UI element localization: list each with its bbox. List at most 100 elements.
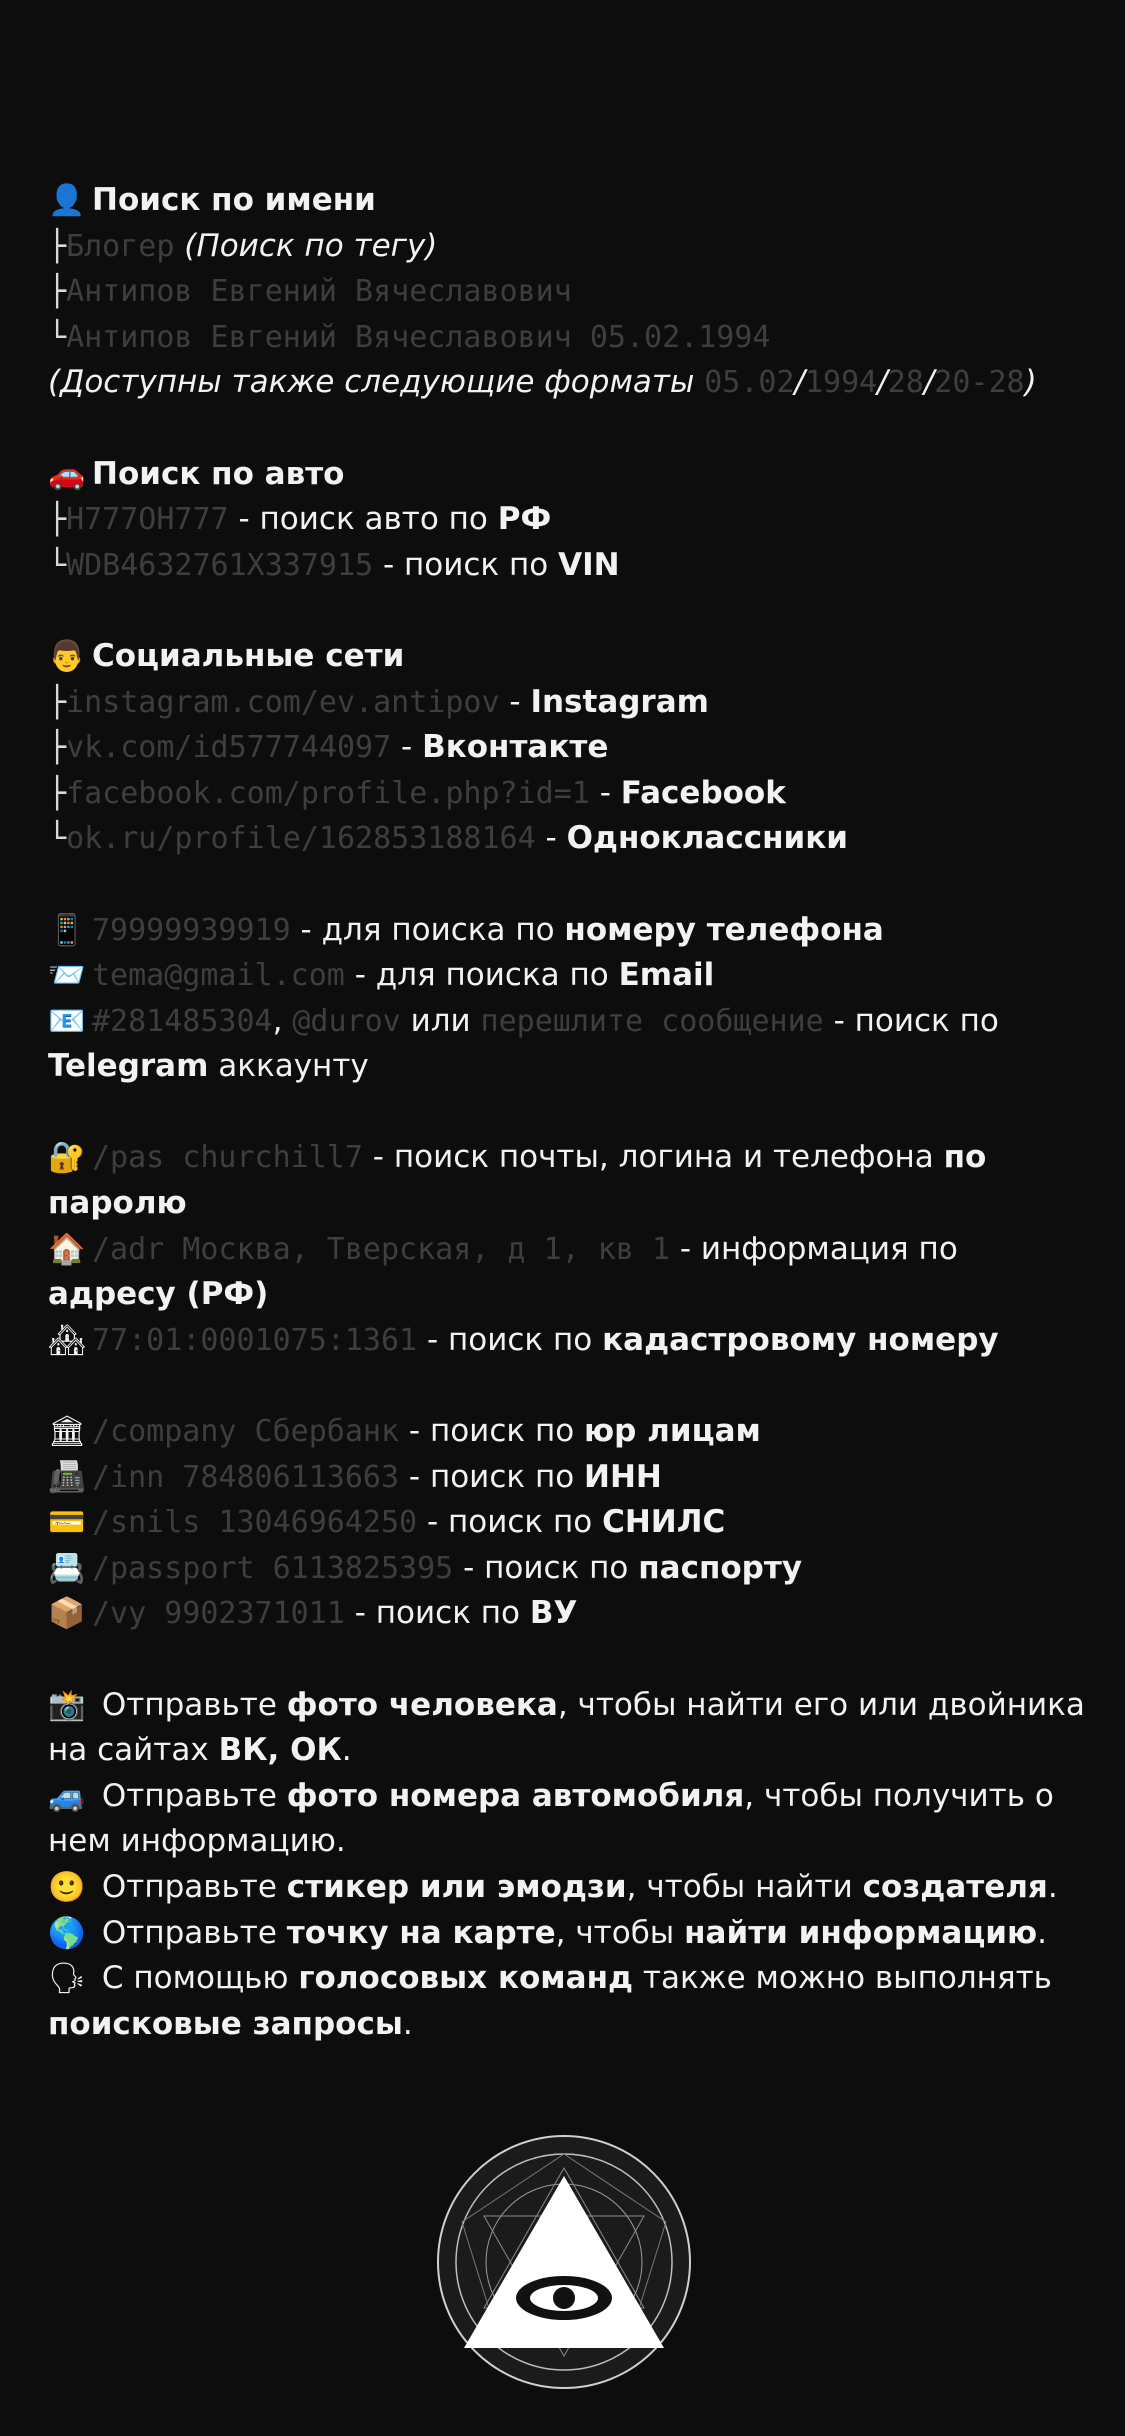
item-bold: поисковые запросы <box>48 2005 403 2042</box>
example-code[interactable]: instagram.com/ev.antipov <box>66 685 499 720</box>
item-text: - поиск по <box>399 1458 585 1495</box>
format-code[interactable]: 1994 <box>805 365 877 400</box>
incoming-envelope-icon: 📨 <box>48 958 86 994</box>
map-search-line: 🌎 Отправьте точку на карте, чтобы найти … <box>48 1911 1088 1957</box>
name-search-item: ├Антипов Евгений Вячеславович <box>48 269 1088 315</box>
item-bold: кадастровому номеру <box>602 1321 999 1358</box>
item-bold: VIN <box>558 546 620 583</box>
classical-building-icon: 🏛 <box>48 1414 87 1450</box>
item-text: - поиск авто по <box>228 501 498 538</box>
houses-icon: 🏘 <box>48 1322 87 1358</box>
format-separator: / <box>923 364 935 401</box>
item-bold: точку на карте <box>286 1914 556 1951</box>
address-search-line: 🏠/adr Москва, Тверская, д 1, кв 1 - инфо… <box>48 1227 1088 1318</box>
item-bold: адресу (РФ) <box>48 1276 269 1313</box>
item-text: - поиск по <box>417 1504 603 1541</box>
tree-branch: ├ <box>48 274 67 310</box>
example-code[interactable]: /inn 784806113663 <box>92 1460 399 1495</box>
eye-pyramid-logo-icon <box>437 2135 691 2389</box>
item-bold: фото человека <box>286 1686 558 1723</box>
example-code[interactable]: #281485304 <box>92 1004 273 1039</box>
envelope-icon: 📧 <box>48 1003 86 1039</box>
item-text: - поиск почты, логина и телефона <box>362 1139 944 1176</box>
lock-with-key-icon: 🔐 <box>48 1140 86 1176</box>
tree-branch: ├ <box>48 684 67 720</box>
format-code[interactable]: 20-28 <box>934 365 1024 400</box>
item-bold: номеру телефона <box>564 911 884 948</box>
globe-icon: 🌎 <box>48 1915 86 1951</box>
speaking-head-icon: 🗣 <box>48 1961 87 1997</box>
example-code[interactable]: WDB4632761X337915 <box>66 548 373 583</box>
auto-search-item: ├Н777ОН777 - поиск авто по РФ <box>48 497 1088 543</box>
item-bold: Одноклассники <box>566 820 848 857</box>
format-code[interactable]: 28 <box>888 365 924 400</box>
comma: , <box>272 1002 293 1039</box>
tree-branch: ├ <box>48 730 67 766</box>
social-item: ├instagram.com/ev.antipov - Instagram <box>48 680 1088 726</box>
item-text: - поиск по <box>823 1002 999 1039</box>
social-item: ├facebook.com/profile.php?id=1 - Faceboo… <box>48 771 1088 817</box>
name-search-item: └Антипов Евгений Вячеславович 05.02.1994 <box>48 315 1088 361</box>
example-code[interactable]: Блогер <box>66 229 174 264</box>
example-code[interactable]: Антипов Евгений Вячеславович 05.02.1994 <box>66 320 770 355</box>
plate-search-line: 🚙 Отправьте фото номера автомобиля, чтоб… <box>48 1774 1088 1865</box>
example-code[interactable]: Н777ОН777 <box>66 502 229 537</box>
dash: - <box>589 774 621 811</box>
item-bold: РФ <box>497 501 552 538</box>
item-bold: Facebook <box>620 774 786 811</box>
example-code[interactable]: /vy 9902371011 <box>92 1596 345 1631</box>
example-code[interactable]: 79999939919 <box>92 913 291 948</box>
example-code[interactable]: ok.ru/profile/162853188164 <box>66 821 536 856</box>
example-code[interactable]: /passport 6113825395 <box>92 1551 453 1586</box>
item-bold: СНИЛС <box>602 1504 726 1541</box>
tree-branch: └ <box>48 547 67 583</box>
example-code[interactable]: /snils 13046964250 <box>92 1505 417 1540</box>
item-text: Отправьте <box>92 1686 287 1723</box>
social-item: ├vk.com/id577744097 - Вконтакте <box>48 725 1088 771</box>
fax-machine-icon: 📠 <box>48 1459 86 1495</box>
sticker-search-line: 🙂 Отправьте стикер или эмодзи, чтобы най… <box>48 1865 1088 1911</box>
item-text: Отправьте <box>92 1777 287 1814</box>
item-text: , чтобы найти <box>626 1868 863 1905</box>
auto-search-item: └WDB4632761X337915 - поиск по VIN <box>48 543 1088 589</box>
item-bold: Telegram <box>48 1048 209 1085</box>
credit-card-icon: 💳 <box>48 1505 86 1541</box>
dash: - <box>535 820 567 857</box>
example-code[interactable]: перешлите сообщение <box>481 1004 824 1039</box>
item-text: С помощью <box>92 1960 299 1997</box>
or-text: или <box>400 1002 481 1039</box>
format-code[interactable]: 05.02 <box>704 365 794 400</box>
suv-car-icon: 🚙 <box>48 1778 86 1814</box>
item-text: . <box>402 2005 413 2042</box>
example-code[interactable]: /company Сбербанк <box>92 1414 399 1449</box>
example-code[interactable]: Антипов Евгений Вячеславович <box>66 274 572 309</box>
example-code[interactable]: vk.com/id577744097 <box>66 730 391 765</box>
example-code[interactable]: /adr Москва, Тверская, д 1, кв 1 <box>92 1232 670 1267</box>
example-code[interactable]: @durov <box>292 1004 400 1039</box>
tree-branch: ├ <box>48 502 67 538</box>
photo-search-line: 📸 Отправьте фото человека, чтобы найти е… <box>48 1683 1088 1774</box>
tree-branch: └ <box>48 319 67 355</box>
item-bold: голосовых команд <box>298 1960 634 1997</box>
item-tail: аккаунту <box>208 1048 369 1085</box>
item-bold: фото номера автомобиля <box>286 1777 745 1814</box>
item-text: также можно выполнять <box>633 1960 1052 1997</box>
user-silhouette-icon: 👤 <box>48 183 86 218</box>
tree-branch: ├ <box>48 228 67 264</box>
example-code[interactable]: tema@gmail.com <box>92 958 345 993</box>
tree-branch: ├ <box>48 775 67 811</box>
voice-search-line: 🗣 С помощью голосовых команд также можно… <box>48 1956 1088 2047</box>
item-text: - для поиска по <box>290 911 565 948</box>
example-code[interactable]: 77:01:0001075:1361 <box>92 1323 417 1358</box>
social-search-title: 👨 Социальные сети <box>48 634 1088 680</box>
item-text: - информация по <box>669 1230 958 1267</box>
section-title: Поиск по авто <box>92 455 345 492</box>
example-code[interactable]: facebook.com/profile.php?id=1 <box>66 776 590 811</box>
example-note: (Поиск по тегу) <box>184 227 438 264</box>
item-bold: юр лицам <box>584 1413 761 1450</box>
item-text: - поиск по <box>373 546 559 583</box>
item-text: Отправьте <box>92 1914 287 1951</box>
mobile-phone-icon: 📱 <box>48 912 86 948</box>
example-code[interactable]: /pas churchill7 <box>92 1140 363 1175</box>
